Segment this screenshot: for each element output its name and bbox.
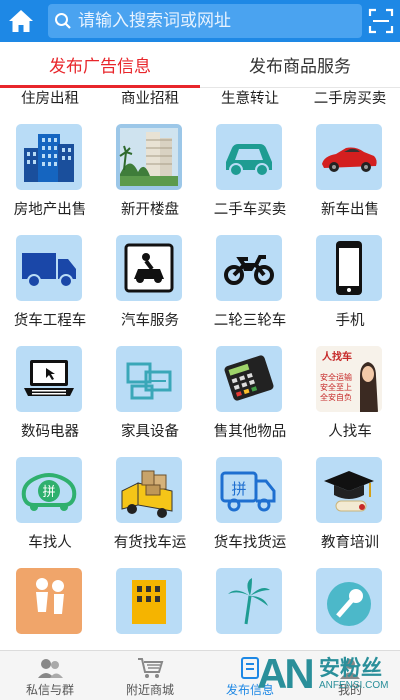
poster-line: 安全至上 xyxy=(320,382,352,392)
category-label: 二手车买卖 xyxy=(213,202,287,218)
scan-icon xyxy=(368,8,394,34)
poster-line: 安全运输 xyxy=(320,372,352,382)
category-truck[interactable]: 货车工程车 xyxy=(0,235,100,346)
category-dance[interactable] xyxy=(0,568,100,650)
category-business-transfer[interactable]: 生意转让 xyxy=(200,88,300,124)
category-karaoke[interactable] xyxy=(300,568,400,650)
category-used-car[interactable]: 二手车买卖 xyxy=(200,124,300,235)
home-button[interactable] xyxy=(0,0,42,42)
category-label: 二手房买卖 xyxy=(313,91,387,107)
pin-badge: 拼 xyxy=(231,480,246,498)
category-education[interactable]: 教育培训 xyxy=(300,457,400,568)
search-icon xyxy=(48,12,78,30)
category-label: 新开楼盘 xyxy=(121,202,179,218)
user-icon xyxy=(336,655,364,681)
truck-icon xyxy=(16,235,82,301)
category-label: 新车出售 xyxy=(321,202,379,218)
category-label: 售其他物品 xyxy=(213,424,287,440)
person-find-car-icon: 人找车 安全运输 安全至上 全安自负 xyxy=(316,346,382,412)
nav-label: 私信与群 xyxy=(25,683,74,697)
category-motorcycle[interactable]: 二轮三轮车 xyxy=(200,235,300,346)
nav-nearby-mall[interactable]: 附近商城 xyxy=(100,651,200,700)
category-grid: 租 住房出租 商业招租 生意转让 二手房买卖 xyxy=(0,88,400,650)
category-label: 二轮三轮车 xyxy=(213,313,287,329)
laptop-icon xyxy=(16,346,82,412)
chat-group-icon xyxy=(36,655,64,681)
poster-title: 人找车 xyxy=(322,350,352,363)
nav-mine[interactable]: 我的 xyxy=(300,651,400,700)
category-person-find-car[interactable]: 人找车 安全运输 安全至上 全安自负 人找车 xyxy=(300,346,400,457)
cargo-truck-icon xyxy=(116,457,182,523)
scan-button[interactable] xyxy=(366,6,396,36)
microphone-icon xyxy=(316,568,382,634)
nav-label: 我的 xyxy=(337,683,362,697)
category-sell-other[interactable]: 售其他物品 xyxy=(200,346,300,457)
category-house-rent[interactable]: 租 住房出租 xyxy=(0,88,100,124)
category-label: 货车工程车 xyxy=(13,313,87,329)
publish-icon xyxy=(236,655,264,681)
category-label: 人找车 xyxy=(328,424,372,440)
category-hotel[interactable] xyxy=(100,568,200,650)
building-icon xyxy=(16,124,82,190)
search-input[interactable] xyxy=(78,11,348,31)
tab-bar: 发布广告信息 发布商品服务 xyxy=(0,42,400,88)
category-commercial-rent[interactable]: 商业招租 xyxy=(100,88,200,124)
category-label: 有货找车运 xyxy=(113,535,187,551)
mobile-phone-icon xyxy=(316,235,382,301)
category-label: 房地产出售 xyxy=(13,202,87,218)
nav-messages[interactable]: 私信与群 xyxy=(0,651,100,700)
category-cargo-find-truck[interactable]: 有货找车运 xyxy=(100,457,200,568)
hotel-icon xyxy=(116,568,182,634)
dance-icon xyxy=(16,568,82,634)
category-digital-appliances[interactable]: 数码电器 xyxy=(0,346,100,457)
category-label: 教育培训 xyxy=(321,535,379,551)
shopping-cart-icon xyxy=(136,655,164,681)
category-car-find-person[interactable]: 拼 车找人 xyxy=(0,457,100,568)
category-label: 手机 xyxy=(335,313,365,329)
nav-publish[interactable]: 发布信息 xyxy=(200,651,300,700)
category-new-car[interactable]: 新车出售 xyxy=(300,124,400,235)
category-label: 车找人 xyxy=(28,535,72,551)
category-furniture[interactable]: 家具设备 xyxy=(100,346,200,457)
nav-label: 附近商城 xyxy=(125,683,174,697)
tab-publish-goods[interactable]: 发布商品服务 xyxy=(200,42,400,87)
top-bar xyxy=(0,0,400,42)
motorcycle-icon xyxy=(216,235,282,301)
bottom-nav: 私信与群 附近商城 发布信息 我的 xyxy=(0,650,400,700)
category-mobile-phone[interactable]: 手机 xyxy=(300,235,400,346)
category-label: 商业招租 xyxy=(121,91,179,107)
category-label: 家具设备 xyxy=(121,424,179,440)
nav-label: 发布信息 xyxy=(225,683,274,697)
category-label: 住房出租 xyxy=(21,91,79,107)
pos-terminal-icon xyxy=(216,346,282,412)
poster-line: 全安自负 xyxy=(320,392,352,402)
category-new-estate[interactable]: 新开楼盘 xyxy=(100,124,200,235)
category-second-hand-house[interactable]: 二手房买卖 xyxy=(300,88,400,124)
car-repair-icon xyxy=(116,235,182,301)
furniture-icon xyxy=(116,346,182,412)
car-icon xyxy=(216,124,282,190)
pin-badge: 拼 xyxy=(42,485,55,500)
new-estate-photo-icon xyxy=(116,124,182,190)
category-label: 货车找货运 xyxy=(213,535,287,551)
truck-find-cargo-icon: 拼 xyxy=(216,457,282,523)
category-travel[interactable] xyxy=(200,568,300,650)
category-real-estate[interactable]: 房地产出售 xyxy=(0,124,100,235)
home-icon xyxy=(9,10,33,32)
category-label: 汽车服务 xyxy=(121,313,179,329)
tab-publish-ads[interactable]: 发布广告信息 xyxy=(0,42,200,88)
category-label: 生意转让 xyxy=(221,91,279,107)
category-label: 数码电器 xyxy=(21,424,79,440)
red-sports-car-icon xyxy=(316,124,382,190)
category-car-service[interactable]: 汽车服务 xyxy=(100,235,200,346)
search-box[interactable] xyxy=(48,4,362,38)
graduation-cap-icon xyxy=(316,457,382,523)
category-truck-find-cargo[interactable]: 拼 货车找货运 xyxy=(200,457,300,568)
palm-tree-icon xyxy=(216,568,282,634)
car-find-person-icon: 拼 xyxy=(16,457,82,523)
